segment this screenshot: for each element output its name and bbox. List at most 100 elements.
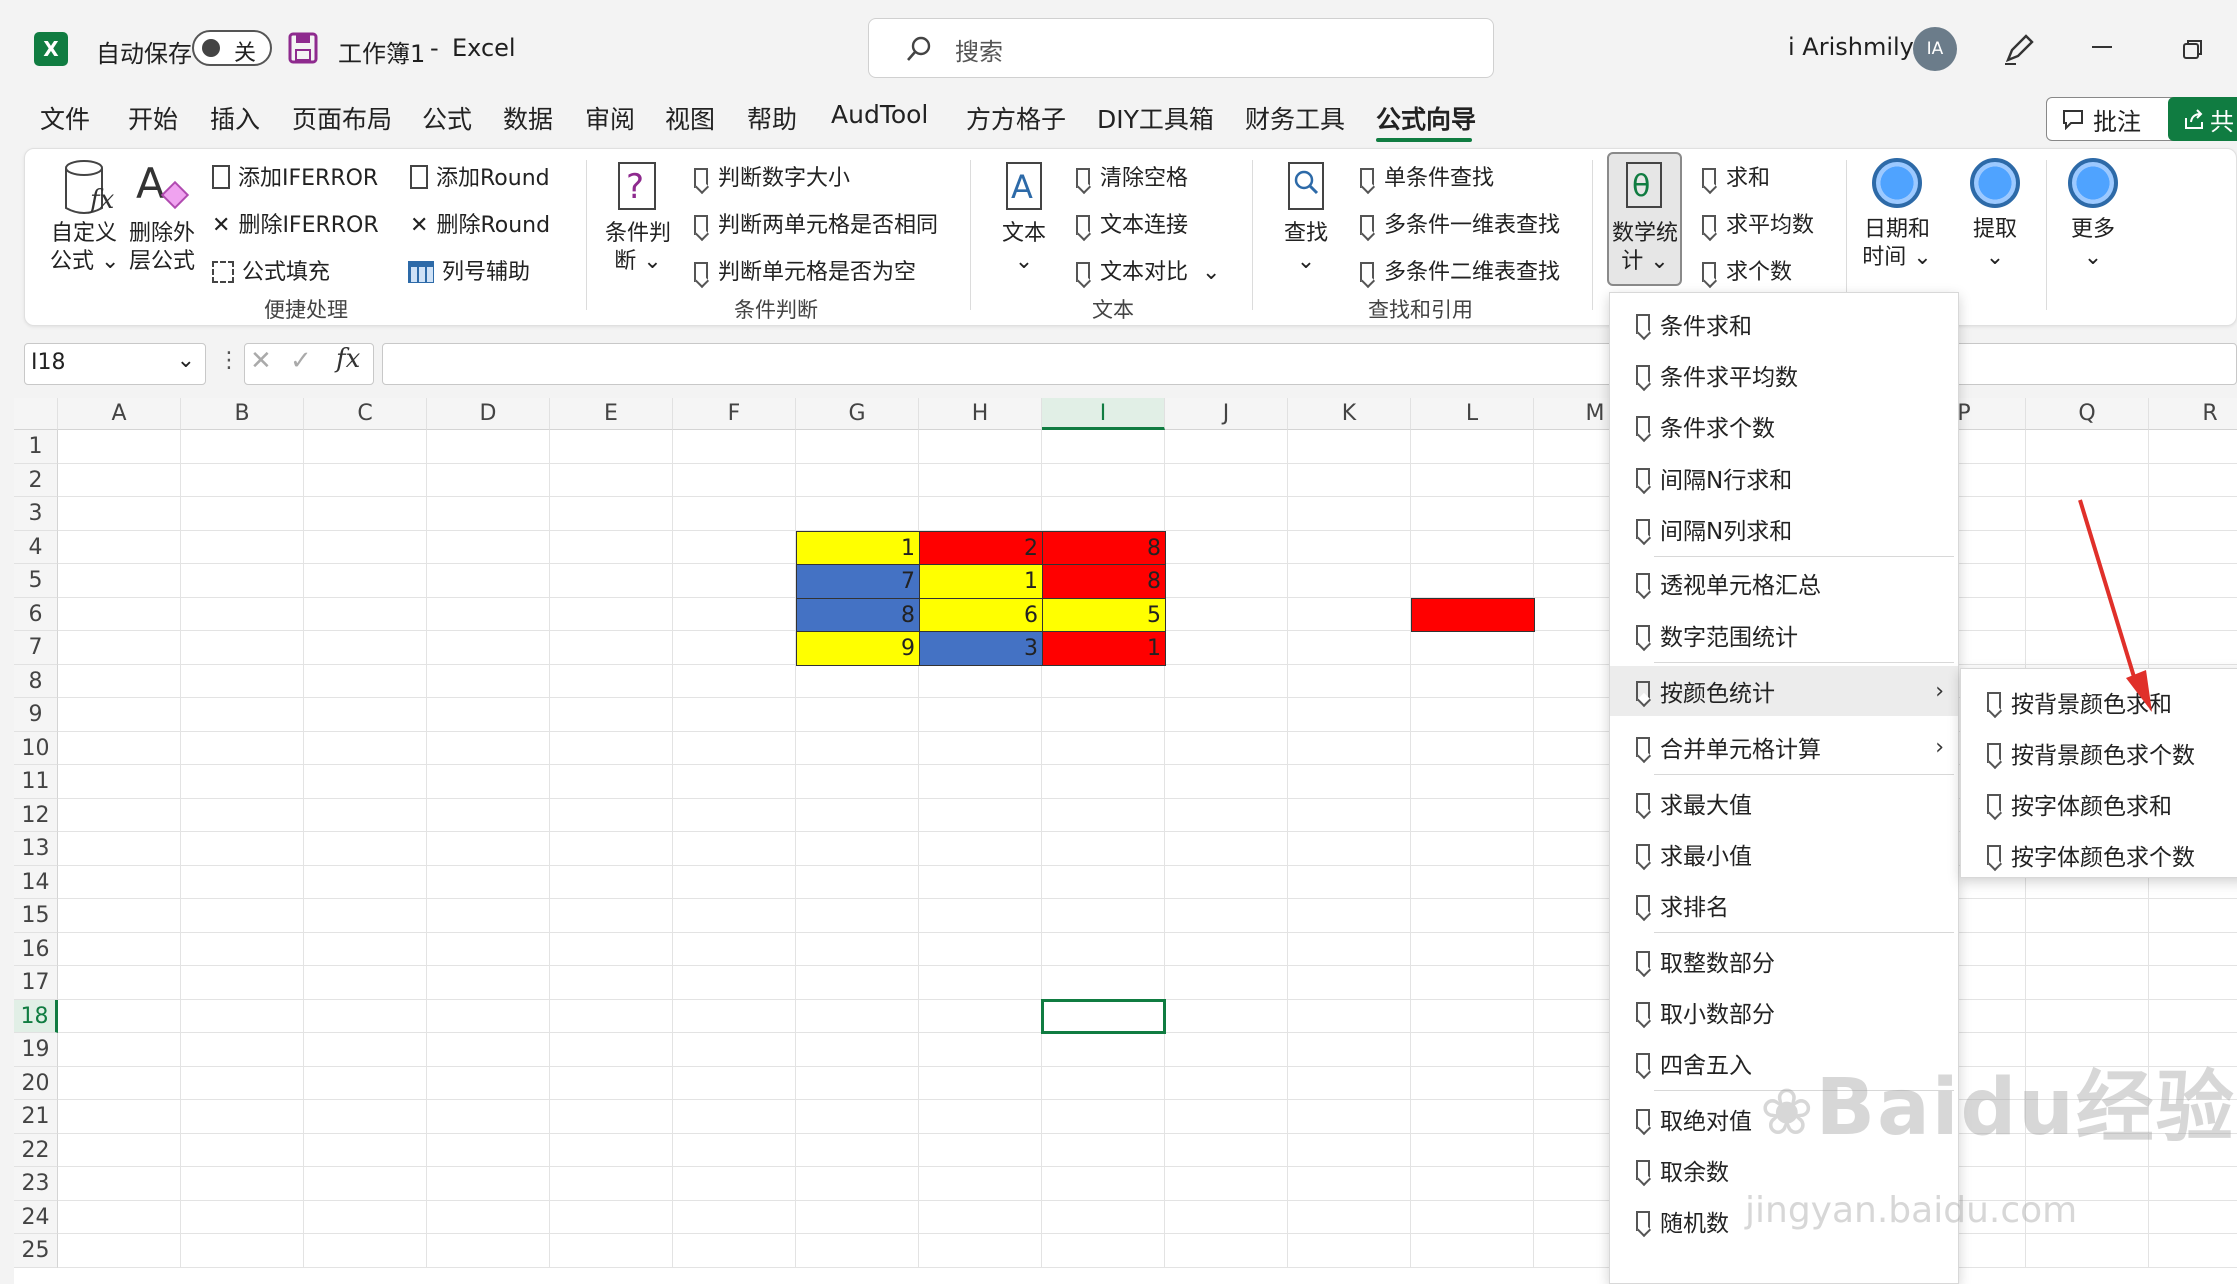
cell-I4[interactable]: 8 xyxy=(1042,530,1166,565)
row-header-4[interactable]: 4 xyxy=(14,530,58,564)
menu-item-13[interactable]: 取整数部分 xyxy=(1610,936,1958,986)
row-header-9[interactable]: 9 xyxy=(14,698,58,732)
tab-diy-toolbox[interactable]: DIY工具箱 xyxy=(1097,100,1214,136)
clear-spaces-button[interactable]: 清除空格 xyxy=(1076,160,1188,192)
average-button[interactable]: 求平均数 xyxy=(1702,207,1814,239)
formula-fill-button[interactable]: 公式填充 xyxy=(212,254,330,286)
multi-1d-lookup-button[interactable]: 多条件一维表查找 xyxy=(1360,207,1560,239)
tab-file[interactable]: 文件 xyxy=(40,100,90,136)
more-button[interactable]: 更多 ⌄ xyxy=(2058,216,2128,272)
insert-function-icon[interactable]: fx xyxy=(336,344,360,374)
tab-data[interactable]: 数据 xyxy=(503,100,553,136)
cell-I7[interactable]: 1 xyxy=(1042,631,1166,666)
cell-I6[interactable]: 5 xyxy=(1042,597,1166,632)
menu-item-14[interactable]: 取小数部分 xyxy=(1610,987,1958,1037)
column-header-B[interactable]: B xyxy=(181,398,304,430)
cell-G4[interactable]: 1 xyxy=(796,530,920,565)
menu-item-3[interactable]: 条件求个数 xyxy=(1610,401,1958,451)
tab-fangfang[interactable]: 方方格子 xyxy=(966,100,1066,136)
column-header-R[interactable]: R xyxy=(2149,398,2237,430)
tab-review[interactable]: 审阅 xyxy=(585,100,635,136)
multi-2d-lookup-button[interactable]: 多条件二维表查找 xyxy=(1360,254,1560,286)
tab-finance-tools[interactable]: 财务工具 xyxy=(1245,100,1345,136)
add-iferror-button[interactable]: 添加IFERROR xyxy=(212,160,378,192)
find-button[interactable]: 查找 ⌄ xyxy=(1274,220,1338,276)
menu-item-2[interactable]: 条件求平均数 xyxy=(1610,350,1958,400)
more-options-icon[interactable]: ⋮ xyxy=(218,348,240,373)
name-box[interactable]: I18 ⌄ xyxy=(24,343,206,385)
column-header-F[interactable]: F xyxy=(673,398,796,430)
cell-H7[interactable]: 3 xyxy=(919,631,1043,666)
column-header-C[interactable]: C xyxy=(304,398,427,430)
search-box[interactable]: 搜索 xyxy=(868,18,1494,78)
menu-item-5[interactable]: 间隔N列求和 xyxy=(1610,504,1958,554)
cell-H5[interactable]: 1 xyxy=(919,564,1043,599)
single-lookup-button[interactable]: 单条件查找 xyxy=(1360,160,1494,192)
judge-cell-empty-button[interactable]: 判断单元格是否为空 xyxy=(694,254,916,286)
condition-judge-button[interactable]: 条件判 断 ⌄ xyxy=(604,220,672,276)
judge-two-cells-button[interactable]: 判断两单元格是否相同 xyxy=(694,207,938,239)
select-all-corner[interactable] xyxy=(14,398,58,430)
custom-formula-button[interactable]: 自定义 公式 ⌄ xyxy=(50,220,119,276)
row-header-12[interactable]: 12 xyxy=(14,798,58,832)
row-header-20[interactable]: 20 xyxy=(14,1066,58,1100)
tab-page-layout[interactable]: 页面布局 xyxy=(292,100,392,136)
row-header-15[interactable]: 15 xyxy=(14,899,58,933)
column-header-K[interactable]: K xyxy=(1288,398,1411,430)
menu-item-8[interactable]: 按颜色统计 › xyxy=(1610,666,1958,716)
selected-cell[interactable] xyxy=(1041,998,1166,1034)
row-header-11[interactable]: 11 xyxy=(14,765,58,799)
text-button[interactable]: 文本 ⌄ xyxy=(992,220,1056,276)
tab-view[interactable]: 视图 xyxy=(665,100,715,136)
row-header-17[interactable]: 17 xyxy=(14,966,58,1000)
row-header-3[interactable]: 3 xyxy=(14,497,58,531)
tab-audtool[interactable]: AudTool xyxy=(831,100,928,129)
user-avatar[interactable]: IA xyxy=(1913,27,1957,71)
tab-home[interactable]: 开始 xyxy=(128,100,178,136)
menu-item-4[interactable]: 间隔N行求和 xyxy=(1610,453,1958,503)
add-round-button[interactable]: 添加Round xyxy=(410,160,550,192)
column-header-L[interactable]: L xyxy=(1411,398,1534,430)
row-header-13[interactable]: 13 xyxy=(14,832,58,866)
column-header-H[interactable]: H xyxy=(919,398,1042,430)
row-header-7[interactable]: 7 xyxy=(14,631,58,665)
menu-item-9[interactable]: 合并单元格计算 › xyxy=(1610,722,1958,772)
restore-icon[interactable] xyxy=(2182,38,2204,60)
menu-item-10[interactable]: 求最大值 xyxy=(1610,778,1958,828)
autosave-toggle[interactable]: 关 xyxy=(192,30,272,66)
column-header-J[interactable]: J xyxy=(1165,398,1288,430)
cell-G6[interactable]: 8 xyxy=(796,597,920,632)
menu-item-11[interactable]: 求最小值 xyxy=(1610,829,1958,879)
sum-button[interactable]: 求和 xyxy=(1702,160,1770,192)
cancel-icon[interactable]: ✕ xyxy=(250,346,272,376)
cell-H6[interactable]: 6 xyxy=(919,597,1043,632)
remove-round-button[interactable]: ✕ 删除Round xyxy=(410,207,550,239)
text-concat-button[interactable]: 文本连接 xyxy=(1076,207,1188,239)
tab-insert[interactable]: 插入 xyxy=(210,100,260,136)
column-header-E[interactable]: E xyxy=(550,398,673,430)
menu-item-7[interactable]: 数字范围统计 xyxy=(1610,610,1958,660)
row-header-14[interactable]: 14 xyxy=(14,865,58,899)
column-header-G[interactable]: G xyxy=(796,398,919,430)
column-header-A[interactable]: A xyxy=(58,398,181,430)
remove-iferror-button[interactable]: ✕ 删除IFERROR xyxy=(212,207,379,239)
cell-G7[interactable]: 9 xyxy=(796,631,920,666)
row-header-5[interactable]: 5 xyxy=(14,564,58,598)
row-header-24[interactable]: 24 xyxy=(14,1200,58,1234)
submenu-item-2[interactable]: 按背景颜色求个数 xyxy=(1961,728,2237,778)
confirm-icon[interactable]: ✓ xyxy=(290,346,312,376)
menu-item-1[interactable]: 条件求和 xyxy=(1610,299,1958,349)
column-header-Q[interactable]: Q xyxy=(2026,398,2149,430)
share-button[interactable]: 共 xyxy=(2168,97,2237,141)
row-header-21[interactable]: 21 xyxy=(14,1100,58,1134)
text-compare-button[interactable]: 文本对比 ⌄ xyxy=(1076,254,1220,286)
cell-I5[interactable]: 8 xyxy=(1042,564,1166,599)
column-header-I[interactable]: I xyxy=(1042,398,1165,430)
row-header-25[interactable]: 25 xyxy=(14,1234,58,1268)
row-header-1[interactable]: 1 xyxy=(14,430,58,464)
row-header-18[interactable]: 18 xyxy=(14,999,58,1033)
pen-icon[interactable] xyxy=(2002,30,2036,66)
count-button[interactable]: 求个数 xyxy=(1702,254,1792,286)
judge-number-size-button[interactable]: 判断数字大小 xyxy=(694,160,850,192)
cell-L6[interactable] xyxy=(1411,597,1535,632)
